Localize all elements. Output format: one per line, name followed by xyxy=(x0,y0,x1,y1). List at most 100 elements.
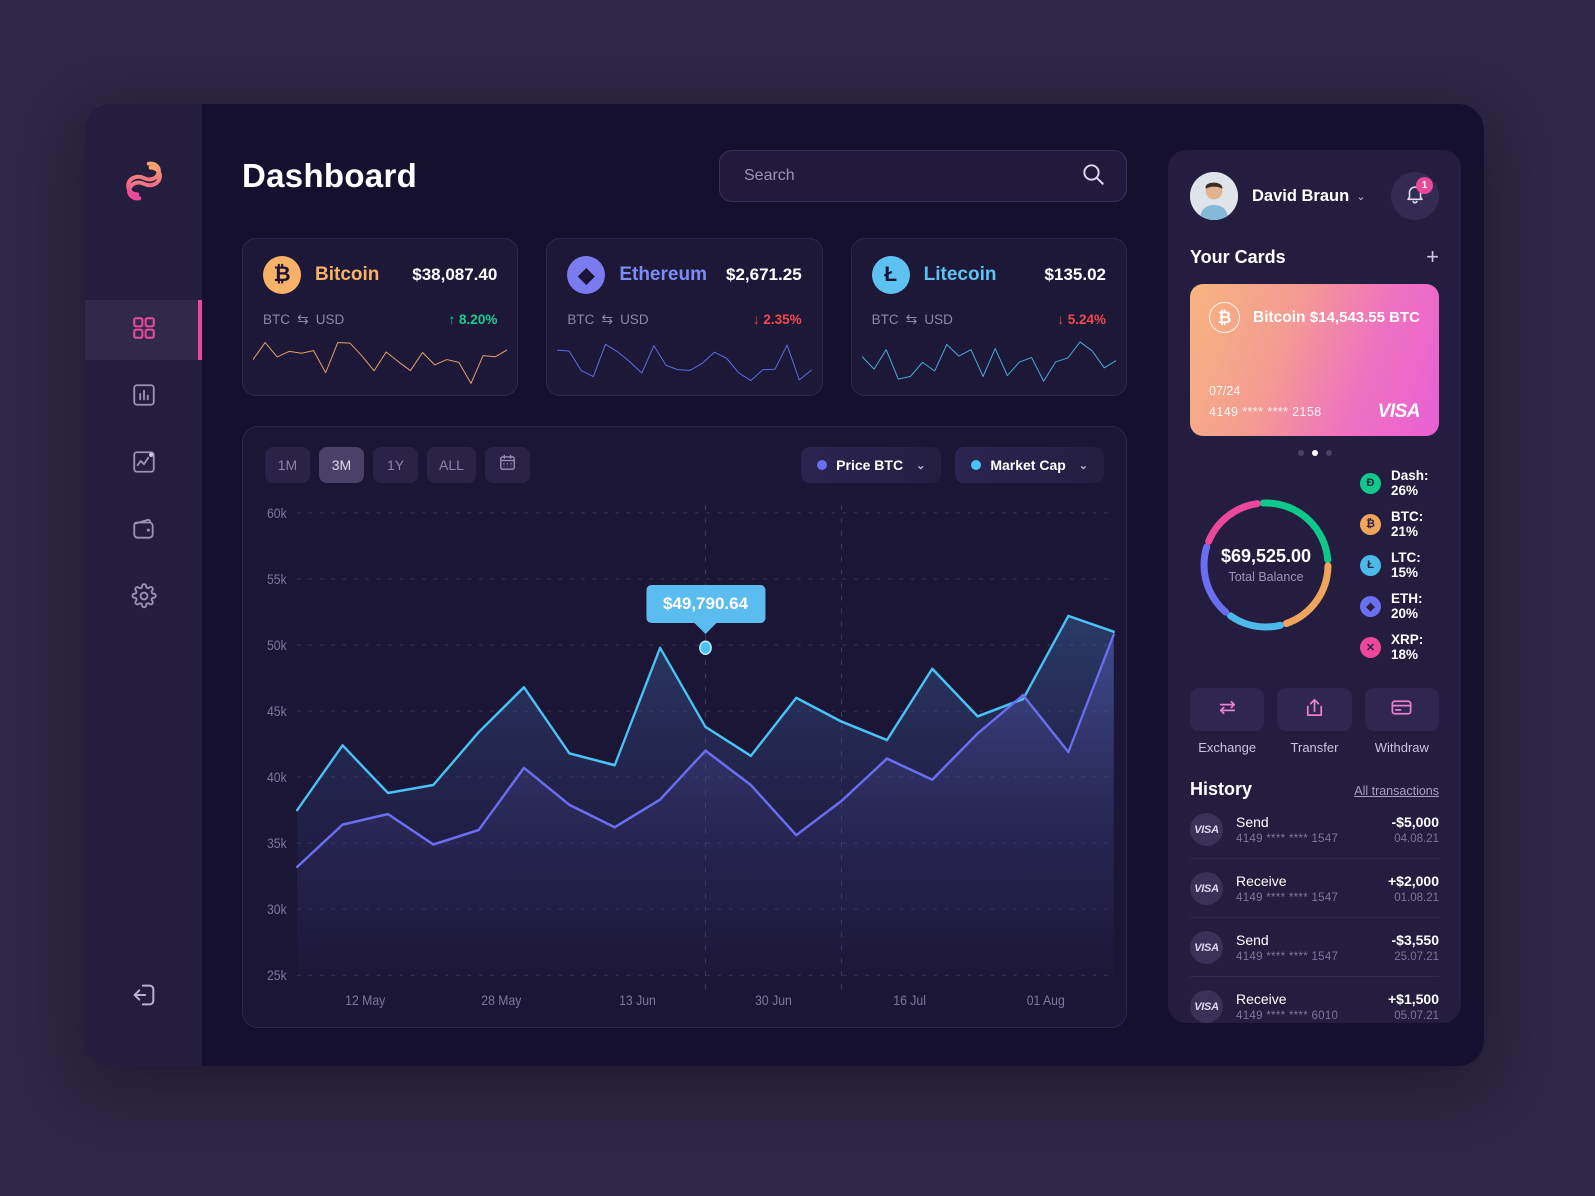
coin-card[interactable]: Ł Litecoin $135.02 BTC ⇆ USD ↓ 5.24% xyxy=(850,238,1127,396)
search-icon[interactable] xyxy=(1080,161,1106,192)
coin-change: ↓ 5.24% xyxy=(1057,312,1106,327)
search-bar[interactable] xyxy=(719,150,1127,202)
action-icon-box xyxy=(1364,688,1439,731)
coin-symbol-icon: Ł xyxy=(871,256,910,294)
dashboard-window: Dashboard ₿ Bitcoin $38,087.40 BTC ⇆ USD… xyxy=(85,104,1484,1066)
transaction-meta: -$3,550 25.07.21 xyxy=(1392,932,1439,963)
sidebar-item-wallet[interactable] xyxy=(85,501,202,561)
donut-legend: Ð Dash: 26% ₿ BTC: 21% Ł LTC: 15% ◆ ETH:… xyxy=(1360,468,1439,662)
all-transactions-link[interactable]: All transactions xyxy=(1354,784,1439,798)
transaction-meta: +$1,500 05.07.21 xyxy=(1388,991,1439,1022)
search-input[interactable] xyxy=(744,167,1080,185)
transaction-details: Send 4149 **** **** 1547 xyxy=(1236,932,1338,963)
coin-change: ↑ 8.20% xyxy=(448,312,498,327)
add-card-button[interactable]: + xyxy=(1426,246,1439,268)
sidebar-nav xyxy=(85,300,202,635)
xrp-icon: ✕ xyxy=(1360,636,1381,658)
donut-legend-item[interactable]: Ł LTC: 15% xyxy=(1360,550,1439,580)
transaction-type: Receive xyxy=(1236,873,1287,889)
coin-symbol-icon: ◆ xyxy=(567,256,606,294)
legend-label: Price BTC xyxy=(836,457,904,473)
donut-legend-label: ETH: 20% xyxy=(1391,591,1423,621)
coin-pair-row: BTC ⇆ USD ↑ 8.20% xyxy=(263,311,497,328)
action-label: Exchange xyxy=(1198,740,1257,755)
coin-sparkline xyxy=(557,333,811,389)
action-icon-box xyxy=(1277,688,1352,731)
chevron-down-icon: ⌄ xyxy=(916,459,926,472)
legend-label: Market Cap xyxy=(990,457,1066,473)
gear-icon xyxy=(131,582,157,614)
sidebar-item-analytics[interactable] xyxy=(85,434,202,494)
visa-logo-icon: VISA xyxy=(1190,813,1223,846)
wallet-icon xyxy=(131,516,157,547)
chart-canvas[interactable]: 60k 55k 50k 45k 40k 35k 30k 25k 12 May 28 May 13 J… xyxy=(243,495,1126,1027)
donut-legend-item[interactable]: ◆ ETH: 20% xyxy=(1360,591,1439,621)
svg-text:01 Aug: 01 Aug xyxy=(1027,992,1065,1008)
transaction-type: Send xyxy=(1236,814,1269,830)
action-withdraw[interactable]: Withdraw xyxy=(1364,688,1439,755)
transaction-card-number: 4149 **** **** 1547 xyxy=(1236,833,1339,845)
range-button-3m[interactable]: 3M xyxy=(319,447,364,483)
table-row[interactable]: VISA Receive 4149 **** **** 1547 +$2,000… xyxy=(1190,859,1439,918)
table-row[interactable]: VISA Receive 4149 **** **** 6010 +$1,500… xyxy=(1190,977,1439,1023)
transaction-date: 05.07.21 xyxy=(1394,1010,1439,1022)
svg-text:25k: 25k xyxy=(267,967,287,983)
notifications-button[interactable]: 1 xyxy=(1391,172,1439,220)
app-logo-icon[interactable] xyxy=(121,158,167,204)
calendar-button[interactable] xyxy=(484,447,530,483)
legend-button[interactable]: Market Cap ⌄ xyxy=(955,447,1104,483)
coin-pair-from: BTC xyxy=(871,312,899,327)
top-bar: Dashboard xyxy=(242,150,1151,202)
swap-icon[interactable]: ⇆ xyxy=(297,311,309,328)
range-button-1m[interactable]: 1M xyxy=(265,447,310,483)
chart-tooltip: $49,790.64 xyxy=(645,584,766,634)
donut-legend-item[interactable]: ₿ BTC: 21% xyxy=(1360,509,1439,539)
history-title: History xyxy=(1190,779,1253,799)
bank-card-coin-name: Bitcoin xyxy=(1253,308,1306,326)
bank-card-header: ₿ Bitcoin $14,543.55 BTC xyxy=(1209,302,1420,333)
coin-change: ↓ 2.35% xyxy=(752,312,802,327)
sidebar-item-dashboard[interactable] xyxy=(85,300,202,360)
btc-icon: ₿ xyxy=(1360,513,1381,535)
transaction-meta: -$5,000 04.08.21 xyxy=(1392,814,1439,845)
avatar[interactable] xyxy=(1190,172,1238,220)
balance-donut-chart: $69,525.00 Total Balance xyxy=(1190,489,1342,641)
sidebar-item-statistics[interactable] xyxy=(85,367,202,427)
coin-card[interactable]: ₿ Bitcoin $38,087.40 BTC ⇆ USD ↑ 8.20% xyxy=(242,238,519,396)
table-row[interactable]: VISA Send 4149 **** **** 1547 -$3,550 25… xyxy=(1190,918,1439,977)
transaction-details: Receive 4149 **** **** 1547 xyxy=(1236,873,1338,904)
legend-button[interactable]: Price BTC ⌄ xyxy=(801,447,942,483)
card-carousel-dots[interactable] xyxy=(1190,450,1439,456)
transaction-type: Receive xyxy=(1236,991,1287,1007)
swap-icon[interactable]: ⇆ xyxy=(601,311,613,328)
chart-tooltip-value: $49,790.64 xyxy=(645,584,766,623)
donut-legend-item[interactable]: ✕ XRP: 18% xyxy=(1360,632,1439,662)
coin-card[interactable]: ◆ Ethereum $2,671.25 BTC ⇆ USD ↓ 2.35% xyxy=(546,238,823,396)
action-transfer[interactable]: Transfer xyxy=(1277,688,1352,755)
bank-card[interactable]: ₿ Bitcoin $14,543.55 BTC 07/24 4149 ****… xyxy=(1190,284,1439,436)
chevron-down-icon[interactable]: ⌄ xyxy=(1356,190,1365,203)
action-exchange[interactable]: Exchange xyxy=(1190,688,1265,755)
donut-center: $69,525.00 Total Balance xyxy=(1190,489,1342,641)
coin-sparkline xyxy=(862,333,1116,389)
range-button-1y[interactable]: 1Y xyxy=(373,447,418,483)
tooltip-arrow xyxy=(694,622,717,634)
range-button-all[interactable]: ALL xyxy=(427,447,476,483)
carousel-dot[interactable] xyxy=(1297,450,1304,456)
exchange-icon xyxy=(1216,696,1239,724)
carousel-dot[interactable] xyxy=(1311,450,1318,456)
donut-legend-item[interactable]: Ð Dash: 26% xyxy=(1360,468,1439,498)
visa-logo-icon: VISA xyxy=(1190,990,1223,1023)
donut-legend-label: BTC: 21% xyxy=(1391,509,1424,539)
transaction-date: 01.08.21 xyxy=(1394,892,1439,904)
logout-button[interactable] xyxy=(130,981,158,1014)
user-name[interactable]: David Braun xyxy=(1252,187,1349,206)
page-title: Dashboard xyxy=(242,157,418,194)
carousel-dot[interactable] xyxy=(1325,450,1332,456)
swap-icon[interactable]: ⇆ xyxy=(906,311,918,328)
calendar-icon xyxy=(498,453,517,477)
sidebar-item-settings[interactable] xyxy=(85,568,202,628)
table-row[interactable]: VISA Send 4149 **** **** 1547 -$5,000 04… xyxy=(1190,800,1439,859)
history-header: History All transactions xyxy=(1190,779,1439,800)
transaction-card-number: 4149 **** **** 1547 xyxy=(1236,892,1339,904)
